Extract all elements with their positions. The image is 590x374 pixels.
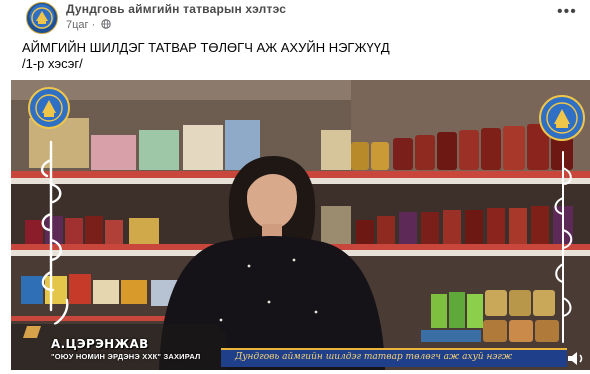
tax-emblem-icon <box>28 87 70 129</box>
post-meta: 7цаг · <box>66 19 112 31</box>
meta-separator: · <box>91 19 96 31</box>
video-frame <box>11 80 590 370</box>
volume-icon[interactable] <box>565 350 587 367</box>
more-icon[interactable]: ••• <box>557 3 577 21</box>
ticker-banner: Дундговь аймгийн шилдэг татвар төлөгч аж… <box>221 348 567 367</box>
page-avatar[interactable] <box>26 2 58 34</box>
page-name[interactable]: Дундговь аймгийн татварын хэлтэс <box>66 2 286 16</box>
video-player[interactable]: А.ЦЭРЭНЖАВ "ОЮУ НОМИН ЭРДЭНЭ ХХК" ЗАХИРА… <box>11 80 590 370</box>
post-time[interactable]: 7цаг <box>66 19 89 31</box>
tax-emblem-icon <box>539 95 585 141</box>
post-subtitle: /1-р хэсэг/ <box>22 56 83 71</box>
presenter-title: "ОЮУ НОМИН ЭРДЭНЭ ХХК" ЗАХИРАЛ <box>51 352 201 361</box>
tax-emblem-icon <box>31 7 53 29</box>
post-caption: АЙМГИЙН ШИЛДЭГ ТАТВАР ТӨЛӨГЧ АЖ АХУЙН НЭ… <box>22 40 390 72</box>
presenter-name: А.ЦЭРЭНЖАВ <box>51 337 149 351</box>
post-title: АЙМГИЙН ШИЛДЭГ ТАТВАР ТӨЛӨГЧ АЖ АХУЙН НЭ… <box>22 40 390 55</box>
globe-icon <box>101 19 112 29</box>
lower-third: А.ЦЭРЭНЖАВ "ОЮУ НОМИН ЭРДЭНЭ ХХК" ЗАХИРА… <box>51 337 201 361</box>
facebook-post: Дундговь аймгийн татварын хэлтэс 7цаг · … <box>0 0 590 374</box>
ticker-text: Дундговь аймгийн шилдэг татвар төлөгч аж… <box>235 352 513 362</box>
